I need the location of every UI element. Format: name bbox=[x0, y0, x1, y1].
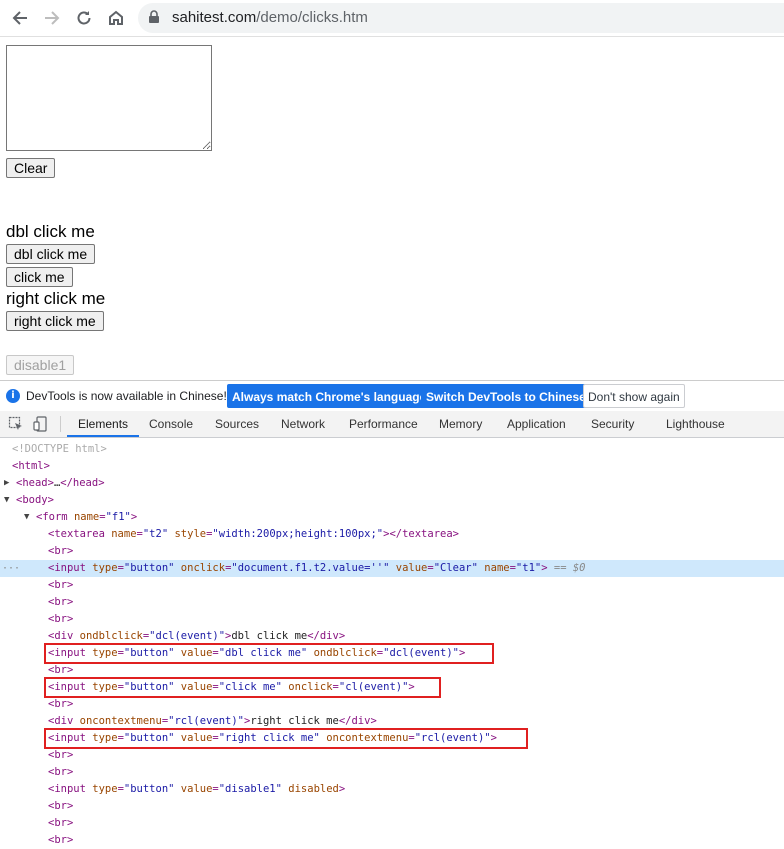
expand-arrow-icon[interactable]: ▶ bbox=[4, 475, 9, 492]
back-icon[interactable] bbox=[8, 6, 32, 30]
home-icon[interactable] bbox=[104, 6, 128, 30]
dom-node-line[interactable]: ▼ <form name="f1"> bbox=[0, 509, 784, 526]
address-bar[interactable]: sahitest.com/demo/clicks.htm bbox=[138, 3, 784, 33]
tab-elements[interactable]: Elements bbox=[78, 417, 128, 431]
expand-arrow-icon[interactable]: ▼ bbox=[24, 509, 29, 526]
dom-node-line[interactable]: <br> bbox=[0, 543, 784, 560]
device-toolbar-icon[interactable] bbox=[33, 416, 49, 437]
dom-node-line[interactable]: <br> bbox=[0, 696, 784, 713]
tab-sources[interactable]: Sources bbox=[215, 417, 259, 431]
tab-memory[interactable]: Memory bbox=[439, 417, 482, 431]
dbl-click-text[interactable]: dbl click me bbox=[6, 222, 95, 242]
dom-node-line[interactable]: <textarea name="t2" style="width:200px;h… bbox=[0, 526, 784, 543]
dbl-click-button[interactable]: dbl click me bbox=[6, 244, 96, 264]
devtools-infobar: i DevTools is now available in Chinese! … bbox=[0, 380, 784, 412]
dom-node-line[interactable]: <br> bbox=[0, 577, 784, 594]
tab-performance[interactable]: Performance bbox=[349, 417, 418, 431]
tab-security[interactable]: Security bbox=[591, 417, 634, 431]
switch-to-chinese-button[interactable]: Switch DevTools to Chinese bbox=[421, 384, 591, 408]
lock-icon bbox=[148, 10, 160, 29]
info-icon: i bbox=[6, 389, 20, 403]
tab-console[interactable]: Console bbox=[149, 417, 193, 431]
inspect-element-icon[interactable] bbox=[8, 416, 24, 437]
tab-network[interactable]: Network bbox=[281, 417, 325, 431]
dom-node-line[interactable]: <!DOCTYPE html> bbox=[0, 441, 784, 458]
disable1-button: disable1 bbox=[6, 355, 75, 375]
dom-node-line[interactable]: <input type="button" value="disable1" di… bbox=[0, 781, 784, 798]
more-options-icon[interactable]: ··· bbox=[2, 560, 20, 577]
expand-arrow-icon[interactable]: ▼ bbox=[4, 492, 9, 509]
dom-node-line[interactable]: <br> bbox=[0, 815, 784, 832]
dom-node-line[interactable]: <br> bbox=[0, 611, 784, 628]
active-tab-indicator bbox=[67, 435, 139, 437]
elements-tree: <!DOCTYPE html> <html> ▶ <head>…</head> ▼ <bo… bbox=[0, 438, 784, 846]
right-click-text[interactable]: right click me bbox=[6, 289, 105, 309]
dom-node-line[interactable]: <br> bbox=[0, 764, 784, 781]
clear-button[interactable]: Clear bbox=[6, 158, 56, 178]
highlight-box bbox=[44, 643, 494, 664]
dom-node-line[interactable]: <br> bbox=[0, 594, 784, 611]
reload-icon[interactable] bbox=[72, 6, 96, 30]
url-text: sahitest.com/demo/clicks.htm bbox=[172, 9, 368, 26]
dom-node-line[interactable]: <br> bbox=[0, 798, 784, 815]
dom-node-line[interactable]: ▶ <head>…</head> bbox=[0, 475, 784, 492]
tab-application[interactable]: Application bbox=[507, 417, 566, 431]
dont-show-again-button[interactable]: Don't show again bbox=[583, 384, 685, 408]
dom-node-line[interactable]: <input type="button" onclick="document.f… bbox=[0, 560, 784, 577]
highlight-box bbox=[44, 728, 528, 749]
devtools-tab-bar: Elements Console Sources Network Perform… bbox=[0, 411, 784, 438]
text-area-t2[interactable] bbox=[6, 45, 212, 151]
dom-node-line[interactable]: <html> bbox=[0, 458, 784, 475]
dom-node-line[interactable]: <br> bbox=[0, 832, 784, 849]
click-me-button[interactable]: click me bbox=[6, 267, 73, 287]
right-click-button[interactable]: right click me bbox=[6, 311, 104, 331]
toolbar-divider bbox=[60, 416, 61, 432]
always-match-language-button[interactable]: Always match Chrome's language bbox=[227, 384, 432, 408]
infobar-message: DevTools is now available in Chinese! bbox=[26, 389, 227, 403]
browser-toolbar: sahitest.com/demo/clicks.htm bbox=[0, 0, 784, 37]
forward-icon[interactable] bbox=[40, 6, 64, 30]
highlight-box bbox=[44, 677, 441, 698]
page-content: Clear dbl click me dbl click me click me… bbox=[0, 37, 784, 379]
dom-node-line[interactable]: ▼ <body> bbox=[0, 492, 784, 509]
tab-lighthouse[interactable]: Lighthouse bbox=[666, 417, 725, 431]
dom-node-line[interactable]: <br> bbox=[0, 747, 784, 764]
